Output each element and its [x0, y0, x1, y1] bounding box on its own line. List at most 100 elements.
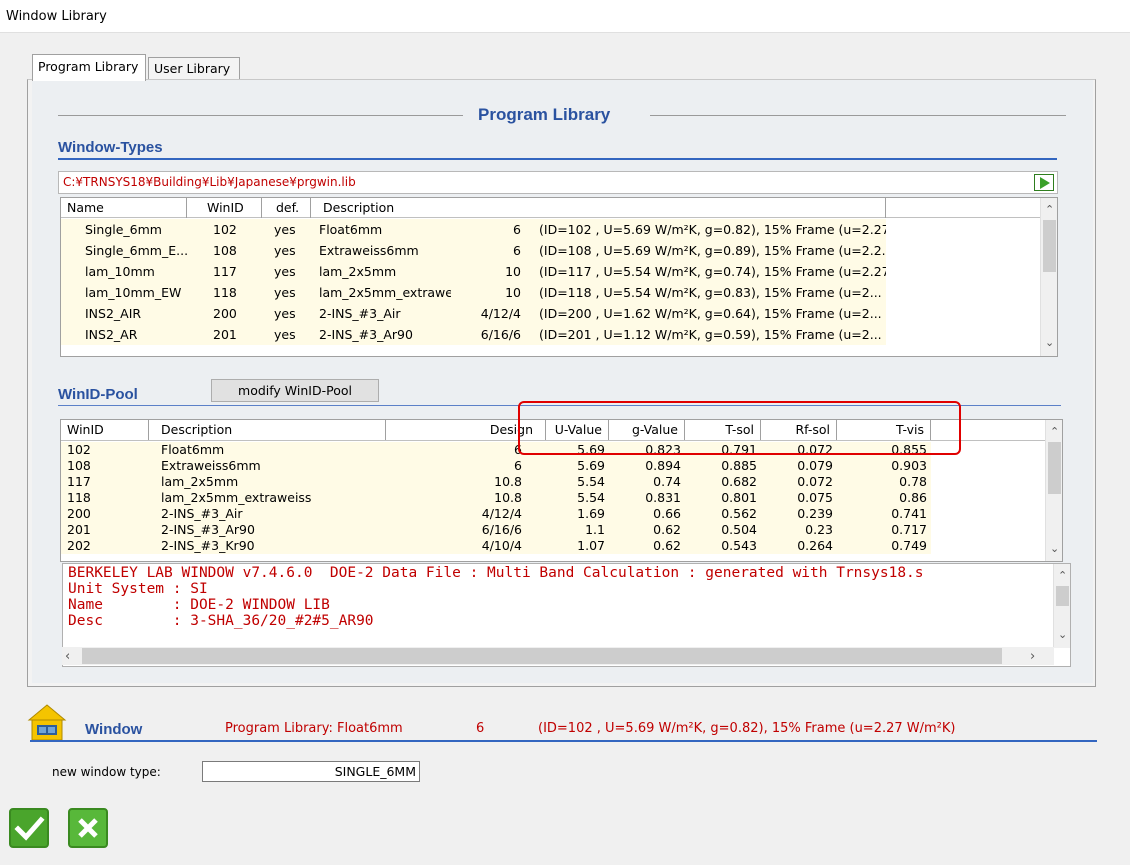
col-winid[interactable]: WinID [61, 420, 149, 440]
table-row[interactable]: 201 2-INS_#3_Ar90 6/16/6 1.1 0.62 0.504 0.23 0.… [61, 522, 1062, 538]
table-row[interactable]: Single_6mm 102 yes Float6mm 6 (ID=102 , U=5.6… [61, 219, 1057, 240]
col-winid[interactable]: WinID [187, 198, 262, 218]
table-row[interactable]: INS2_AR 201 yes 2-INS_#3_Ar90 6/16/6 (ID=201 … [61, 324, 1057, 345]
cell-rf-sol: 0.075 [761, 490, 837, 506]
table-row[interactable]: lam_10mm_EW118yeslam_2x5mm_extraweiss10(… [61, 282, 1057, 303]
scroll-down-icon[interactable]: ⌄ [1058, 629, 1067, 640]
data-line-4: Desc : 3-SHA_36/20_#2#5_AR90 [68, 613, 374, 629]
new-window-type-label: new window type: [52, 765, 161, 779]
library-path: C:¥TRNSYS18¥Building¥Lib¥Japanese¥prgwin… [63, 175, 356, 189]
cell-rf-sol: 0.079 [761, 458, 837, 474]
cell-description: 2-INS_#3_Kr90 [149, 538, 386, 554]
cell-design: 6 [451, 240, 531, 261]
scroll-left-icon[interactable]: ‹ [65, 649, 70, 664]
scroll-thumb[interactable] [82, 648, 1002, 664]
cell-description: Extraweiss6mm [149, 458, 386, 474]
table-row[interactable]: 118 lam_2x5mm_extraweiss 10.8 5.54 0.831 0.80… [61, 490, 1062, 506]
scroll-down-icon[interactable]: ⌄ [1050, 543, 1059, 554]
cell-design: 4/10/4 [386, 538, 546, 554]
window-types-scrollbar[interactable]: ⌃ ⌄ [1040, 198, 1057, 356]
table-row[interactable]: 202 2-INS_#3_Kr90 4/10/4 1.07 0.62 0.543 0.264… [61, 538, 1062, 554]
table-row[interactable]: INS2_AIR 200 yes 2-INS_#3_Air 4/12/4 (ID=200 … [61, 303, 1057, 324]
cell-winid: 117 [61, 474, 149, 490]
ok-button[interactable] [9, 808, 49, 848]
col-name[interactable]: Name [61, 198, 187, 218]
data-line-1: BERKELEY LAB WINDOW v7.4.6.0 DOE-2 Data … [68, 565, 924, 581]
cell-rf-sol: 0.23 [761, 522, 837, 538]
panel-title: Program Library [478, 105, 611, 124]
scroll-down-icon[interactable]: ⌄ [1045, 337, 1054, 348]
cell-desc: lam_2x5mm_extraweiss [311, 282, 451, 303]
cell-description: 2-INS_#3_Air [149, 506, 386, 522]
cell-desc: 2-INS_#3_Air [311, 303, 451, 324]
scroll-up-icon[interactable]: ⌃ [1050, 426, 1059, 437]
cell-detail: (ID=117 , U=5.54 W/m²K, g=0.74), 15% Fra… [531, 261, 886, 282]
scroll-up-icon[interactable]: ⌃ [1058, 570, 1067, 581]
cell-name: lam_10mm [61, 261, 187, 282]
col-def[interactable]: def. [262, 198, 311, 218]
tab-program-library[interactable]: Program Library [32, 54, 146, 81]
selected-design: 6 [476, 721, 485, 736]
library-path-field[interactable]: C:¥TRNSYS18¥Building¥Lib¥Japanese¥prgwin… [58, 171, 1058, 194]
text-hscrollbar[interactable]: ‹ › [62, 647, 1054, 665]
winid-pool-heading: WinID-Pool [58, 386, 138, 403]
cancel-button[interactable] [68, 808, 108, 848]
cell-design: 10.8 [386, 474, 546, 490]
cell-description: lam_2x5mm [149, 474, 386, 490]
col-description[interactable]: Description [311, 198, 886, 218]
cell-winid: 200 [61, 506, 149, 522]
cell-t-vis: 0.903 [837, 458, 931, 474]
cell-t-sol: 0.543 [685, 538, 761, 554]
tab-user-library[interactable]: User Library [148, 57, 240, 79]
cell-def: yes [262, 240, 311, 261]
winid-pool-scrollbar[interactable]: ⌃ ⌄ [1045, 420, 1062, 561]
cell-def: yes [262, 219, 311, 240]
divider-right [650, 115, 1066, 116]
cell-t-vis: 0.86 [837, 490, 931, 506]
cell-t-sol: 0.562 [685, 506, 761, 522]
scroll-right-icon[interactable]: › [1030, 649, 1035, 664]
cell-g-value: 0.831 [609, 490, 685, 506]
col-empty [886, 198, 1042, 218]
cell-name: Single_6mm [61, 219, 187, 240]
highlight-box [518, 401, 961, 455]
cell-winid: 200 [187, 303, 262, 324]
table-header: Name WinID def. Description [61, 198, 1057, 218]
table-row[interactable]: 200 2-INS_#3_Air 4/12/4 1.69 0.66 0.562 0.239 0… [61, 506, 1062, 522]
cell-desc: Float6mm [311, 219, 451, 240]
divider-left [58, 115, 463, 116]
window-types-underline [58, 158, 1057, 160]
cell-winid: 118 [61, 490, 149, 506]
cell-t-vis: 0.717 [837, 522, 931, 538]
table-row[interactable]: Single_6mm_E... 108 yes Extraweiss6mm 6 (ID=1… [61, 240, 1057, 261]
cell-u-value: 1.69 [546, 506, 609, 522]
cell-name: INS2_AIR [61, 303, 187, 324]
text-vscrollbar[interactable]: ⌃ ⌄ [1053, 564, 1070, 648]
scroll-up-icon[interactable]: ⌃ [1045, 204, 1054, 215]
cell-design: 4/12/4 [386, 506, 546, 522]
load-library-button[interactable] [1034, 174, 1054, 191]
cell-rf-sol: 0.072 [761, 474, 837, 490]
checkmark-icon [14, 816, 45, 841]
selected-underline [30, 740, 1097, 742]
cell-design: 10 [451, 261, 531, 282]
tab-label: Program Library [38, 59, 139, 74]
cell-def: yes [262, 303, 311, 324]
cell-t-sol: 0.801 [685, 490, 761, 506]
cell-detail: (ID=118 , U=5.54 W/m²K, g=0.83), 15% Fra… [531, 282, 886, 303]
modify-winid-pool-button[interactable]: modify WinID-Pool [211, 379, 379, 402]
col-description[interactable]: Description [149, 420, 386, 440]
scroll-thumb[interactable] [1043, 220, 1056, 272]
cell-g-value: 0.894 [609, 458, 685, 474]
new-window-type-input[interactable]: SINGLE_6MM [202, 761, 420, 782]
cell-desc: Extraweiss6mm [311, 240, 451, 261]
cell-description: 2-INS_#3_Ar90 [149, 522, 386, 538]
table-row[interactable]: 108 Extraweiss6mm 6 5.69 0.894 0.885 0.079 0.90… [61, 458, 1062, 474]
table-row[interactable]: 117 lam_2x5mm 10.8 5.54 0.74 0.682 0.072 0.78 [61, 474, 1062, 490]
cell-desc: lam_2x5mm [311, 261, 451, 282]
scroll-thumb[interactable] [1056, 586, 1069, 606]
table-row[interactable]: lam_10mm 117 yes lam_2x5mm 10 (ID=117 , U=5.5… [61, 261, 1057, 282]
cell-t-vis: 0.741 [837, 506, 931, 522]
scroll-thumb[interactable] [1048, 442, 1061, 494]
cell-winid: 118 [187, 282, 262, 303]
